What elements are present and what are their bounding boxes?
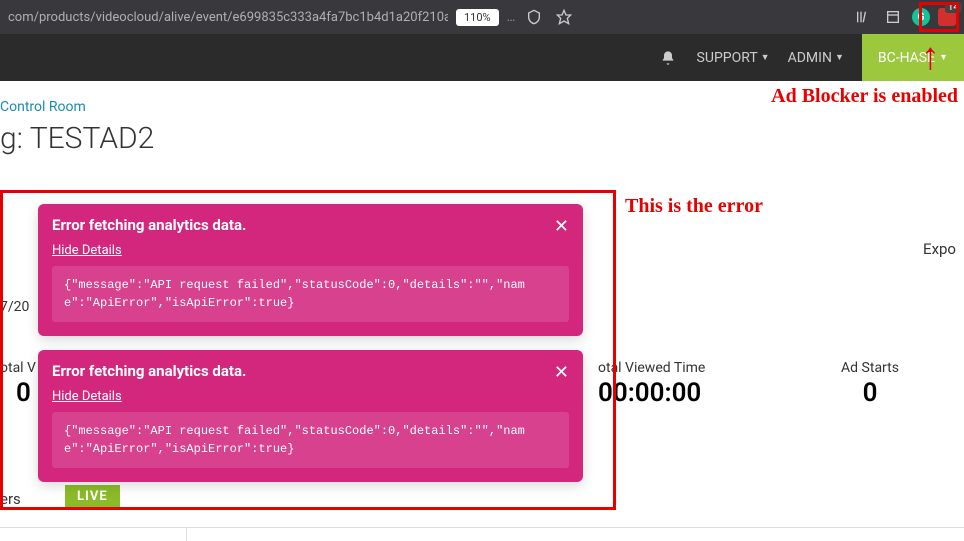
top-navigation: SUPPORT ▼ ADMIN ▼ BC-HASE ▼ bbox=[0, 34, 964, 81]
window-icon[interactable] bbox=[882, 6, 904, 28]
metric-value: 0 bbox=[0, 378, 36, 408]
metric-total-views: otal V 0 bbox=[0, 360, 36, 408]
browser-address-bar: com/products/videocloud/alive/event/e699… bbox=[0, 0, 964, 34]
user-menu[interactable]: BC-HASE ▼ bbox=[862, 34, 964, 81]
error-toast: ✕ Error fetching analytics data. Hide De… bbox=[38, 204, 583, 336]
library-icon[interactable] bbox=[852, 6, 874, 28]
export-link[interactable]: Expo bbox=[923, 240, 956, 258]
toast-body: {"message":"API request failed","statusC… bbox=[52, 266, 569, 322]
annotation-adblocker-text: Ad Blocker is enabled bbox=[771, 85, 958, 108]
metric-label: otal V bbox=[0, 360, 36, 376]
error-toast: ✕ Error fetching analytics data. Hide De… bbox=[38, 350, 583, 482]
nav-admin-label: ADMIN bbox=[788, 50, 832, 66]
zoom-badge[interactable]: 110% bbox=[456, 9, 499, 26]
annotation-arrow-up-icon: ↑ bbox=[921, 35, 940, 79]
annotation-error-text: This is the error bbox=[625, 195, 763, 218]
close-icon[interactable]: ✕ bbox=[554, 216, 569, 237]
annotation-highlight-extension bbox=[919, 2, 959, 32]
bell-icon[interactable] bbox=[657, 47, 679, 69]
metric-ad-starts: Ad Starts 0 bbox=[800, 360, 940, 408]
chevron-down-icon: ▼ bbox=[939, 52, 948, 63]
metric-viewed-time: otal Viewed Time 00:00:00 bbox=[598, 360, 705, 408]
url-text: com/products/videocloud/alive/event/e699… bbox=[8, 10, 448, 25]
viewers-fragment: ers bbox=[0, 490, 21, 508]
chevron-down-icon: ▼ bbox=[835, 52, 844, 63]
toast-container: ✕ Error fetching analytics data. Hide De… bbox=[38, 204, 583, 496]
toast-body: {"message":"API request failed","statusC… bbox=[52, 412, 569, 468]
toast-title: Error fetching analytics data. bbox=[52, 216, 569, 234]
close-icon[interactable]: ✕ bbox=[554, 362, 569, 383]
url-ellipsis: … bbox=[507, 10, 516, 25]
star-icon[interactable] bbox=[553, 6, 575, 28]
page-title: g: TESTAD2 bbox=[0, 121, 964, 166]
divider bbox=[0, 527, 964, 528]
metric-label: otal Viewed Time bbox=[598, 360, 705, 376]
nav-support-label: SUPPORT bbox=[697, 50, 758, 66]
chevron-down-icon: ▼ bbox=[761, 52, 770, 63]
hide-details-link[interactable]: Hide Details bbox=[52, 389, 122, 404]
metric-value: 00:00:00 bbox=[598, 378, 705, 408]
nav-support[interactable]: SUPPORT ▼ bbox=[697, 50, 770, 66]
nav-admin[interactable]: ADMIN ▼ bbox=[788, 50, 844, 66]
divider bbox=[186, 527, 187, 541]
hide-details-link[interactable]: Hide Details bbox=[52, 243, 122, 258]
shield-icon[interactable] bbox=[523, 6, 545, 28]
date-fragment: 7/20 bbox=[0, 299, 29, 315]
metric-value: 0 bbox=[800, 378, 940, 408]
toast-title: Error fetching analytics data. bbox=[52, 362, 569, 380]
metric-label: Ad Starts bbox=[800, 360, 940, 376]
